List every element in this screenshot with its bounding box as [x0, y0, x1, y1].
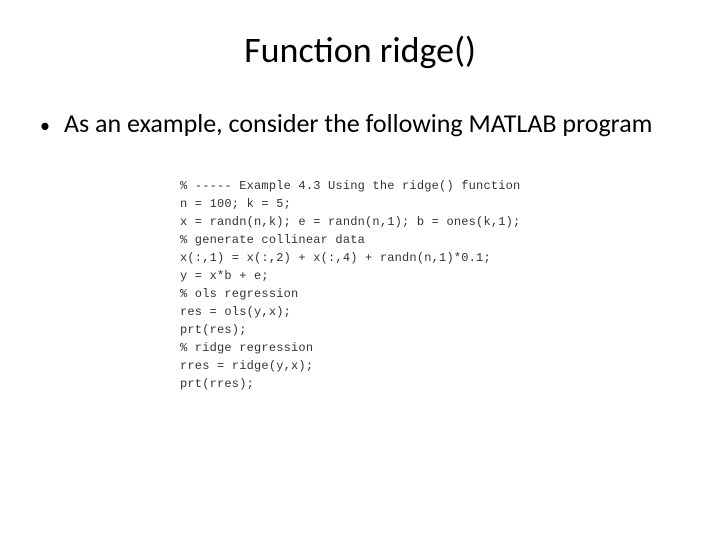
slide-title: Function ridge() [40, 28, 680, 72]
slide-body: • As an example, consider the following … [40, 108, 680, 139]
code-block: % ----- Example 4.3 Using the ridge() fu… [180, 177, 680, 393]
bullet-item: • As an example, consider the following … [40, 108, 680, 139]
bullet-dot-icon: • [40, 114, 50, 138]
bullet-text: As an example, consider the following MA… [64, 108, 680, 139]
slide: Function ridge() • As an example, consid… [0, 0, 720, 540]
